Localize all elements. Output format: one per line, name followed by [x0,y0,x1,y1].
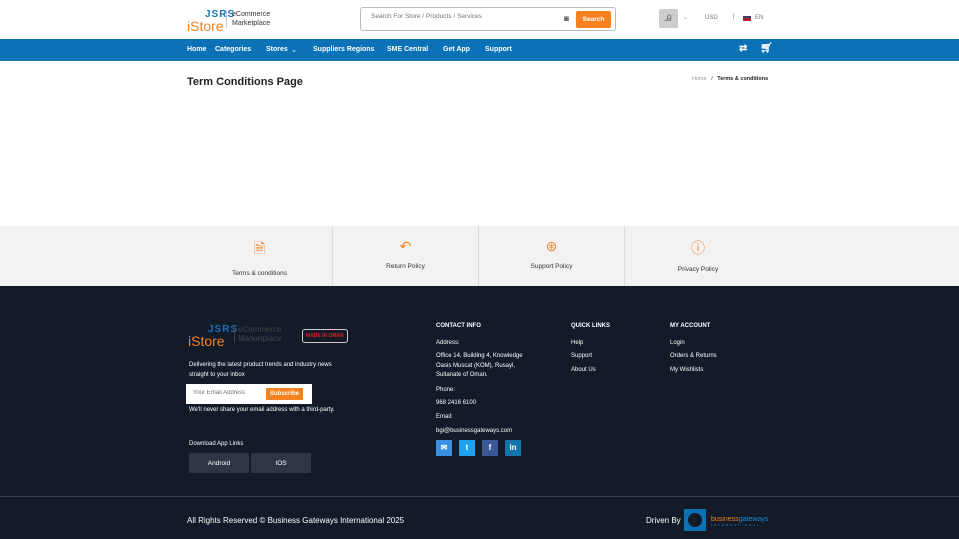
breadcrumb-home[interactable]: Home [692,76,707,82]
search-button[interactable]: Search [576,11,611,28]
currency-select[interactable]: USD [705,15,718,21]
footer: JSRS iStore eCommerce Marketplace MADE IN… [0,286,959,539]
ios-button[interactable]: IOS [251,453,311,473]
twitter-icon[interactable]: t [459,440,475,456]
nav-suppliers-regions[interactable]: Suppliers Regions [313,46,374,53]
alert-circle-icon: ⓘ [691,240,705,256]
nav-get-app[interactable]: Get App [443,46,470,53]
breadcrumb: Home / Terms & conditions [692,76,769,82]
facebook-icon[interactable]: f [482,440,498,456]
compare-icon[interactable]: ⇄ [739,43,747,54]
business-gateways-logo[interactable] [684,509,706,531]
breadcrumb-current: Terms & conditions [717,76,769,82]
mail-icon[interactable]: ✉ [436,440,452,456]
nav-home[interactable]: Home [187,46,206,53]
logo-tagline: eCommerce Marketplace [226,10,270,28]
search-bar: ◙ Search [360,7,616,31]
language-select[interactable]: EN [755,15,763,21]
nav-support[interactable]: Support [485,46,512,53]
document-icon: 🗎 [253,240,266,256]
link-about-us[interactable]: About Us [571,367,596,373]
return-icon: ↶ [399,238,412,254]
policy-terms[interactable]: 🗎 Terms & conditions [187,226,333,286]
linkedin-icon[interactable]: in [505,440,521,456]
lifebuoy-icon: ⊛ [545,238,558,254]
divider: | [733,14,735,20]
camera-icon[interactable]: ◙ [564,14,569,23]
newsletter-form: Subscribe [186,384,312,404]
divider [0,496,959,497]
policy-support[interactable]: ⊛ Support Policy [479,226,625,286]
policy-privacy[interactable]: ⓘ Privacy Policy [625,226,771,286]
copyright: All Rights Reserved © Business Gateways … [187,516,405,525]
nav-categories[interactable]: Categories [215,46,251,53]
page-title: Term Conditions Page [187,76,303,88]
link-wishlists[interactable]: My Wishlists [670,367,703,373]
nav-sme-central[interactable]: SME Central [387,46,428,53]
subscribe-button[interactable]: Subscribe [266,388,303,400]
link-support[interactable]: Support [571,353,592,359]
us-flag-icon [743,16,751,21]
chevron-down-icon[interactable]: ⌄ [291,46,297,54]
search-input[interactable] [371,13,551,20]
link-orders-returns[interactable]: Orders & Returns [670,353,717,359]
made-in-oman-badge: MADE IN OMAN [302,329,348,343]
link-login[interactable]: Login [670,340,685,346]
user-avatar-icon[interactable]: Ꭿ [659,9,678,28]
footer-logo: JSRS iStore [188,324,239,349]
contact-email-link[interactable]: bgi@businessgateways.com [436,428,512,434]
android-button[interactable]: Android [189,453,249,473]
cart-icon[interactable]: 🛒︎ [760,43,773,54]
link-help[interactable]: Help [571,340,583,346]
chevron-down-icon[interactable]: ⌄ [683,14,688,21]
policy-strip: 🗎 Terms & conditions ↶ Return Policy ⊛ Supp… [0,226,959,286]
nav-stores[interactable]: Stores [266,46,288,53]
main-nav: Home Categories Stores ⌄ Suppliers Regio… [0,39,959,61]
policy-return[interactable]: ↶ Return Policy [333,226,479,286]
